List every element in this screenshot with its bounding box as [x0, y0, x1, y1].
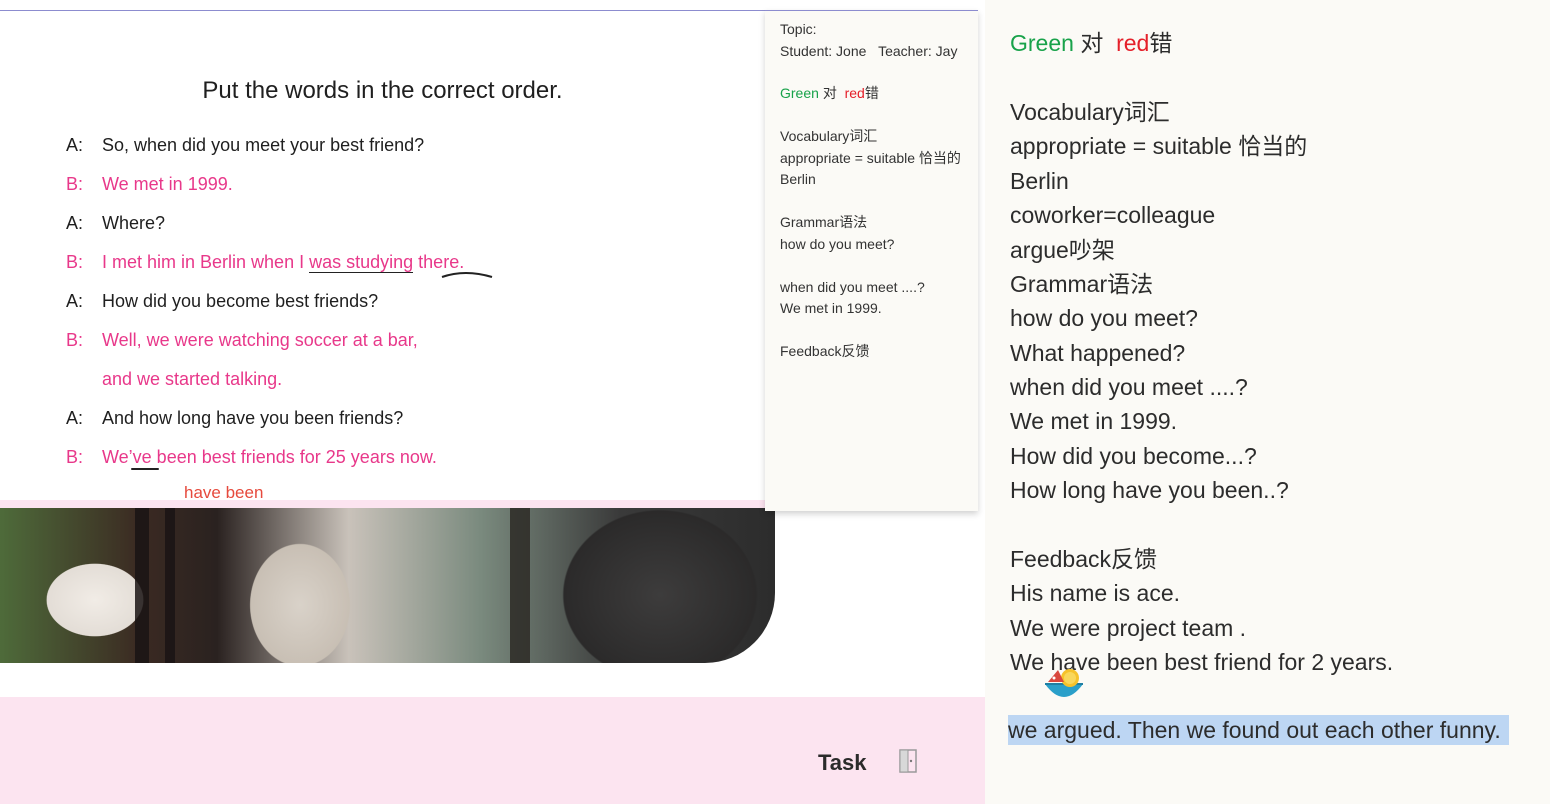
notes-topic: Topic:: [780, 21, 817, 37]
task-button-label[interactable]: Task: [818, 750, 867, 776]
notes-line[interactable]: argue吵架: [1010, 233, 1115, 267]
red-label: red: [1116, 30, 1150, 56]
dialogue-line: B: We’ve been best friends for 25 years n…: [66, 447, 437, 468]
notes-vocab-heading: Vocabulary词汇: [780, 128, 878, 144]
speaker-label: A:: [66, 291, 84, 311]
photo-detail: [510, 505, 530, 663]
dialogue-line: B: We met in 1999.: [66, 174, 233, 195]
speaker-label: A:: [66, 408, 84, 428]
notes-green-label: Green: [780, 85, 819, 101]
dialogue-line: A: How did you become best friends?: [66, 291, 378, 312]
dialogue-line: B: I met him in Berlin when I was studyin…: [66, 252, 464, 273]
color-key: Green 对 red错: [1010, 26, 1172, 60]
underline-annotation: [131, 468, 159, 470]
notes-line[interactable]: Feedback反馈: [1010, 542, 1157, 576]
dialogue-line: A: So, when did you meet your best friend…: [66, 135, 424, 156]
notes-participants: Student: Jone Teacher: Jay: [780, 41, 957, 62]
notes-line[interactable]: how do you meet?: [1010, 301, 1198, 335]
curved-underline-annotation: [441, 272, 493, 278]
speaker-label: A:: [66, 135, 84, 155]
dialogue-text: We’ve been best friends for 25 years now…: [102, 447, 437, 467]
notes-grammar-item: how do you meet?: [780, 236, 895, 252]
notes-line[interactable]: His name is ace.: [1010, 576, 1180, 610]
dialogue-line: B: Well, we were watching soccer at a bar…: [66, 330, 418, 351]
dialogue-text: We met in 1999.: [102, 174, 233, 194]
dialogue-text: And how long have you been friends?: [102, 408, 404, 428]
notes-line[interactable]: How long have you been..?: [1010, 473, 1289, 507]
photo-detail: [135, 505, 149, 663]
photo-detail: [165, 505, 175, 663]
dialogue-line: and we started talking.: [66, 369, 282, 390]
speaker-label: B:: [66, 252, 84, 272]
notes-line[interactable]: appropriate = suitable 恰当的: [1010, 129, 1307, 163]
green-cn: 对: [1080, 30, 1104, 56]
notes-grammar-item: when did you meet ....?: [780, 279, 925, 295]
text-selection[interactable]: we argued. Then we found out each other …: [1008, 715, 1509, 745]
red-cn: 错: [1149, 30, 1173, 56]
dialogue-text: How did you become best friends?: [102, 291, 379, 311]
green-label: Green: [1010, 30, 1074, 56]
notes-student: Student: Jone: [780, 43, 867, 59]
notes-line[interactable]: coworker=colleague: [1010, 198, 1215, 232]
underlined-phrase: was studying: [309, 252, 414, 273]
notes-line[interactable]: We were project team .: [1010, 611, 1246, 645]
notes-line[interactable]: Grammar语法: [1010, 267, 1153, 301]
notes-panel-screenshot: Topic: Student: Jone Teacher: Jay Green …: [765, 10, 978, 511]
notes-color-key: Green 对 red错: [780, 83, 879, 104]
notes-line[interactable]: Vocabulary词汇: [1010, 95, 1170, 129]
speaker-label: B:: [66, 330, 84, 350]
dialogue-text: and we started talking.: [102, 369, 283, 389]
speaker-label: B:: [66, 174, 84, 194]
lesson-photo: [0, 505, 775, 663]
dialogue-line: A: Where?: [66, 213, 165, 234]
notes-line[interactable]: We met in 1999.: [1010, 404, 1177, 438]
notes-line[interactable]: What happened?: [1010, 336, 1185, 370]
task-door-icon[interactable]: [895, 745, 921, 777]
dialogue-text: Well, we were watching soccer at a bar,: [102, 330, 418, 350]
lesson-slide: Put the words in the correct order. A: So…: [0, 10, 765, 502]
notes-line[interactable]: when did you meet ....?: [1010, 370, 1248, 404]
dialogue-text: I met him in Berlin when I: [102, 252, 310, 272]
dialogue-text: Where?: [102, 213, 166, 233]
notes-green-cn: 对: [822, 85, 837, 101]
notes-grammar-item: We met in 1999.: [780, 300, 882, 316]
notes-feedback-heading: Feedback反馈: [780, 343, 870, 359]
speaker-label: A:: [66, 213, 84, 233]
notes-red-label: red: [844, 85, 865, 101]
notes-vocab-item: appropriate = suitable 恰当的: [780, 150, 961, 166]
slide-title: Put the words in the correct order.: [202, 77, 563, 104]
speaker-label: B:: [66, 447, 84, 467]
notes-red-cn: 错: [864, 85, 879, 101]
notes-grammar-heading: Grammar语法: [780, 214, 868, 230]
food-bowl-icon: [1045, 669, 1083, 697]
selected-notes-line[interactable]: we argued. Then we found out each other …: [1008, 713, 1509, 747]
notes-line[interactable]: Berlin: [1010, 164, 1069, 198]
notes-vocab-item: Berlin: [780, 171, 816, 187]
slide-bottom-strip: [0, 500, 765, 508]
dialogue-text: So, when did you meet your best friend?: [102, 135, 425, 155]
notes-teacher: Teacher: Jay: [878, 43, 958, 59]
notes-line[interactable]: How did you become...?: [1010, 439, 1257, 473]
dialogue-line: A: And how long have you been friends?: [66, 408, 403, 429]
